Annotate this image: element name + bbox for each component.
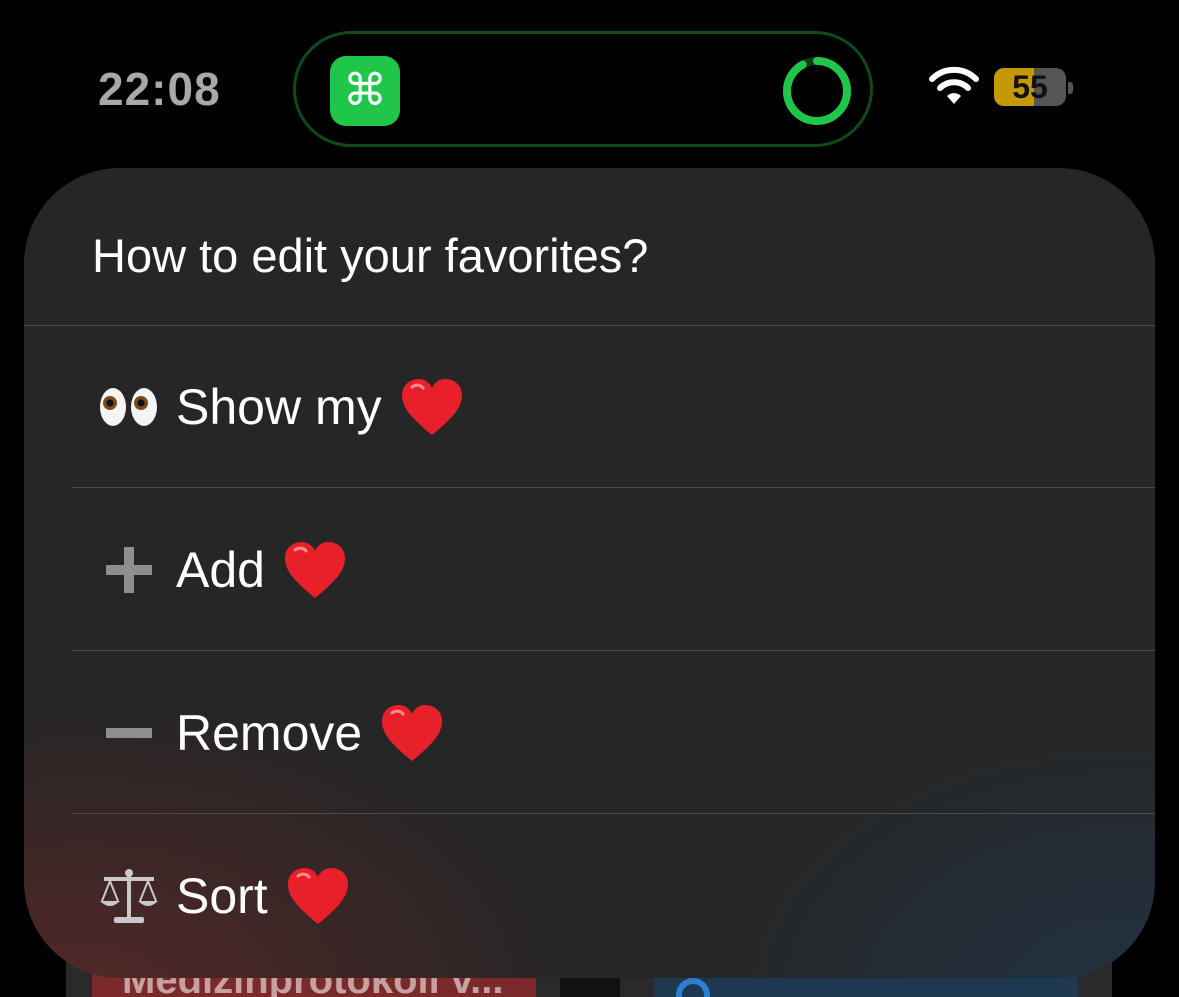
dynamic-island[interactable]: ⌘ xyxy=(293,31,873,147)
menu-option-add[interactable]: Add xyxy=(72,489,1155,651)
menu-option-sort[interactable]: Sort xyxy=(72,815,1155,977)
phone-screen: Medizinprotokoll v... 22:08 ⌘ 55 How to … xyxy=(0,0,1179,997)
divider xyxy=(72,487,1155,488)
minus-icon xyxy=(106,728,152,738)
battery-level: 55 xyxy=(1012,69,1048,105)
choose-from-menu-sheet: How to edit your favorites? Show my Add … xyxy=(24,168,1155,978)
progress-ring-icon xyxy=(783,57,851,125)
red-heart-icon xyxy=(401,379,462,435)
menu-option-row: Add xyxy=(98,539,347,601)
battery-body: 55 xyxy=(994,68,1066,106)
red-heart-icon xyxy=(287,868,348,924)
menu-option-row: Remove xyxy=(98,702,444,764)
wifi-icon xyxy=(929,66,979,104)
menu-option-label: Add xyxy=(176,542,265,598)
menu-option-row: Show my xyxy=(98,376,464,438)
sheet-prompt: How to edit your favorites? xyxy=(92,229,649,282)
plus-icon xyxy=(106,547,152,593)
battery-icon: 55 xyxy=(994,68,1073,106)
red-heart-icon xyxy=(284,542,345,598)
menu-option-row: Sort xyxy=(98,865,350,927)
menu-option-label: Remove xyxy=(176,705,363,761)
menu-option-show[interactable]: Show my xyxy=(72,326,1155,488)
divider xyxy=(72,813,1155,814)
divider xyxy=(72,650,1155,651)
menu-option-label: Show my xyxy=(176,379,382,435)
eyes-icon xyxy=(100,388,157,426)
red-heart-icon xyxy=(382,705,443,761)
menu-option-label: Sort xyxy=(176,868,268,924)
shortcuts-app-icon: ⌘ xyxy=(330,56,400,126)
balance-scale-icon xyxy=(100,869,158,923)
battery-cap xyxy=(1068,82,1073,94)
status-time: 22:08 xyxy=(98,63,221,115)
progress-arc xyxy=(783,57,851,125)
menu-option-remove[interactable]: Remove xyxy=(72,652,1155,814)
